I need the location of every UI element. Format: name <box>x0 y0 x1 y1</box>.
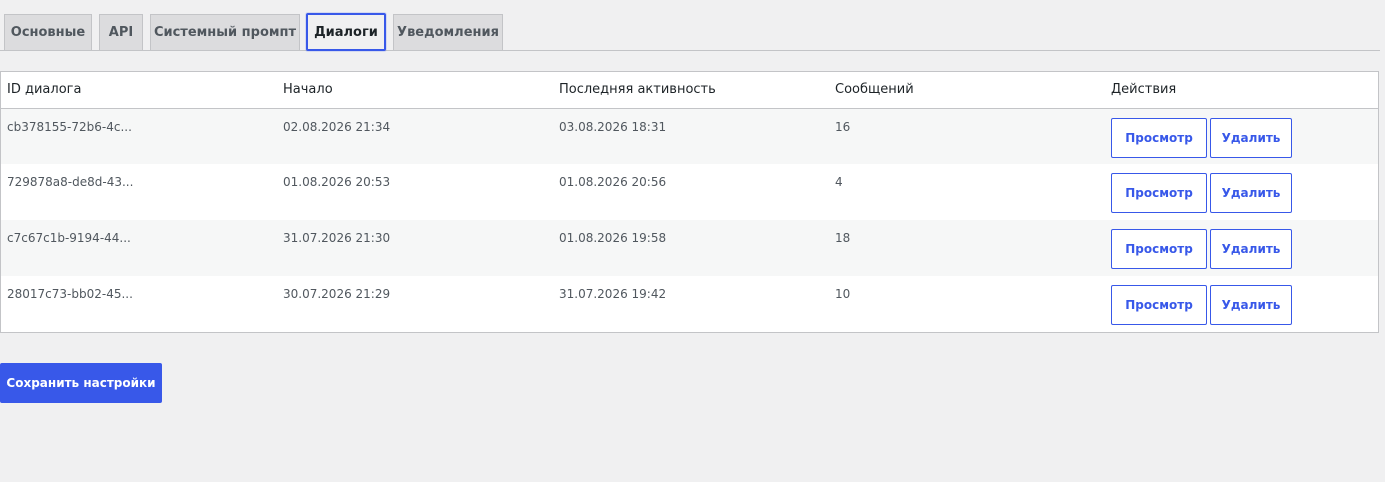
column-header-last-activity: Последняя активность <box>553 72 829 109</box>
view-button[interactable]: Просмотр <box>1111 117 1207 158</box>
dialog-id-cell: 729878a8-de8d-43... <box>1 164 277 220</box>
column-header-id: ID диалога <box>1 72 277 109</box>
tab-bar: Основные API Системный промпт Диалоги Ув… <box>0 13 1380 51</box>
messages-count-cell: 16 <box>829 108 1105 164</box>
actions-cell: Просмотр Удалить <box>1105 220 1378 276</box>
messages-count-cell: 4 <box>829 164 1105 220</box>
actions-cell: Просмотр Удалить <box>1105 276 1378 332</box>
column-header-messages: Сообщений <box>829 72 1105 109</box>
dialogs-table-container: ID диалога Начало Последняя активность С… <box>0 71 1379 333</box>
dialogs-table: ID диалога Начало Последняя активность С… <box>1 72 1378 332</box>
last-activity-cell: 01.08.2026 19:58 <box>553 220 829 276</box>
tab-dialogs[interactable]: Диалоги <box>306 13 386 51</box>
start-cell: 01.08.2026 20:53 <box>277 164 553 220</box>
dialog-id-cell: c7c67c1b-9194-44... <box>1 220 277 276</box>
start-cell: 02.08.2026 21:34 <box>277 108 553 164</box>
delete-button[interactable]: Удалить <box>1210 117 1292 158</box>
delete-button[interactable]: Удалить <box>1210 229 1292 269</box>
table-row: 28017c73-bb02-45... 30.07.2026 21:29 31.… <box>1 276 1378 332</box>
table-header-row: ID диалога Начало Последняя активность С… <box>1 72 1378 109</box>
last-activity-cell: 01.08.2026 20:56 <box>553 164 829 220</box>
tab-api[interactable]: API <box>99 14 143 50</box>
view-button[interactable]: Просмотр <box>1111 229 1207 269</box>
start-cell: 30.07.2026 21:29 <box>277 276 553 332</box>
tab-general[interactable]: Основные <box>4 14 92 50</box>
tab-notifications[interactable]: Уведомления <box>393 14 503 50</box>
dialog-id-cell: cb378155-72b6-4c... <box>1 108 277 164</box>
view-button[interactable]: Просмотр <box>1111 285 1207 325</box>
start-cell: 31.07.2026 21:30 <box>277 220 553 276</box>
dialog-id-cell: 28017c73-bb02-45... <box>1 276 277 332</box>
table-row: c7c67c1b-9194-44... 31.07.2026 21:30 01.… <box>1 220 1378 276</box>
delete-button[interactable]: Удалить <box>1210 285 1292 325</box>
view-button[interactable]: Просмотр <box>1111 173 1207 213</box>
table-row: 729878a8-de8d-43... 01.08.2026 20:53 01.… <box>1 164 1378 220</box>
messages-count-cell: 10 <box>829 276 1105 332</box>
messages-count-cell: 18 <box>829 220 1105 276</box>
settings-page: Основные API Системный промпт Диалоги Ув… <box>0 0 1385 482</box>
actions-cell: Просмотр Удалить <box>1105 164 1378 220</box>
last-activity-cell: 31.07.2026 19:42 <box>553 276 829 332</box>
last-activity-cell: 03.08.2026 18:31 <box>553 108 829 164</box>
column-header-start: Начало <box>277 72 553 109</box>
actions-cell: Просмотр Удалить <box>1105 108 1378 164</box>
delete-button[interactable]: Удалить <box>1210 173 1292 213</box>
table-row: cb378155-72b6-4c... 02.08.2026 21:34 03.… <box>1 108 1378 164</box>
column-header-actions: Действия <box>1105 72 1378 109</box>
tab-system-prompt[interactable]: Системный промпт <box>150 14 300 50</box>
save-settings-button[interactable]: Сохранить настройки <box>0 363 162 403</box>
